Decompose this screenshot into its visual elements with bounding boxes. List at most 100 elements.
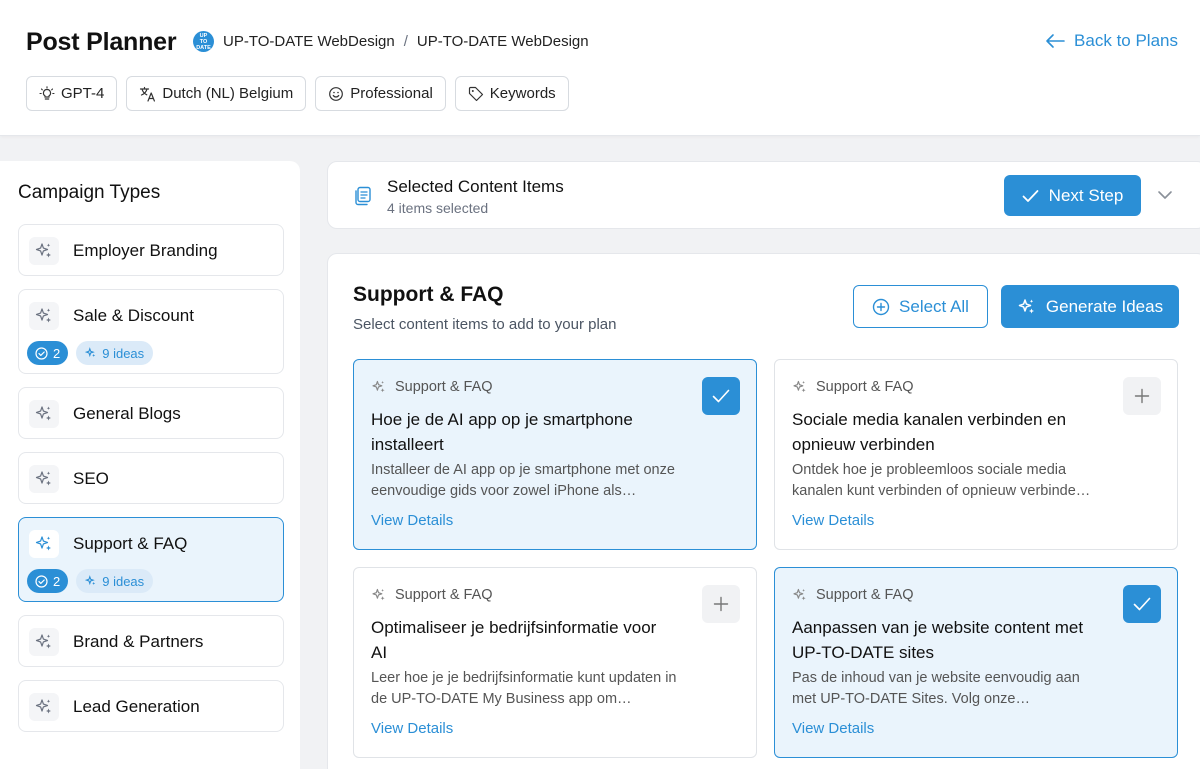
selected-count-badge: 2 [27, 341, 69, 365]
card-title: Optimaliseer je bedrijfsinformatie voor … [371, 618, 657, 662]
ideas-badge: 9 ideas [76, 341, 154, 365]
view-details-link[interactable]: View Details [371, 720, 453, 737]
language-chip[interactable]: Dutch (NL) Belgium [126, 76, 307, 111]
card-category-label: Support & FAQ [816, 379, 914, 395]
settings-chips: GPT-4 Dutch (NL) Belgium Professional Ke… [26, 76, 578, 111]
sparkle-icon [29, 302, 59, 330]
panel-title: Support & FAQ [353, 283, 504, 306]
card-category: Support & FAQ [792, 587, 914, 603]
sidebar-item-seo[interactable]: SEO [18, 452, 284, 504]
generate-ideas-button[interactable]: Generate Ideas [1001, 285, 1179, 328]
page-title: Post Planner [26, 28, 177, 56]
chip-label: Keywords [489, 85, 556, 102]
content-card[interactable]: Support & FAQ Hoe je de AI app op je sma… [353, 359, 757, 550]
plus-icon [713, 596, 729, 612]
sparkle-icon [29, 237, 59, 265]
card-select-checkbox[interactable] [1123, 585, 1161, 623]
sidebar-item-label: Brand & Partners [73, 632, 204, 651]
content-card[interactable]: Support & FAQ Aanpassen van je website c… [774, 567, 1178, 758]
select-all-button[interactable]: Select All [853, 285, 988, 328]
select-all-label: Select All [899, 296, 969, 316]
next-step-button[interactable]: Next Step [1004, 175, 1141, 216]
sparkle-icon [793, 588, 806, 601]
card-description: Pas de inhoud van je website eenvoudig a… [792, 670, 1080, 707]
sidebar-item-label: General Blogs [73, 404, 181, 423]
plus-circle-icon [872, 298, 890, 315]
content-card[interactable]: Support & FAQ Optimaliseer je bedrijfsin… [353, 567, 757, 758]
content-card[interactable]: Support & FAQ Sociale media kanalen verb… [774, 359, 1178, 550]
back-label: Back to Plans [1074, 31, 1178, 50]
sidebar-item-label: Support & FAQ [73, 534, 188, 553]
campaign-sidebar: Campaign Types Employer Branding Sale & … [0, 161, 300, 769]
card-category: Support & FAQ [792, 379, 914, 395]
sidebar-item-label: SEO [73, 469, 109, 488]
card-select-checkbox[interactable] [702, 377, 740, 415]
campaign-badges: 2 9 ideas [27, 569, 154, 593]
sparkle-icon [793, 380, 806, 393]
selected-count: 2 [53, 573, 61, 589]
card-title: Hoe je de AI app op je smartphone instal… [371, 410, 633, 454]
tag-icon [468, 86, 483, 101]
panel-subtitle: Select content items to add to your plan [353, 316, 617, 333]
card-add-button[interactable] [1123, 377, 1161, 415]
check-icon [712, 389, 730, 403]
app-header: Post Planner UP TO DATE UP-TO-DATE WebDesi… [0, 0, 1200, 136]
view-details-link[interactable]: View Details [792, 720, 874, 737]
card-title: Sociale media kanalen verbinden en opnie… [792, 410, 1067, 454]
card-category-label: Support & FAQ [816, 587, 914, 603]
sparkle-icon [29, 693, 59, 721]
content-panel: Support & FAQ Select content items to ad… [327, 253, 1200, 769]
selected-count-badge: 2 [27, 569, 69, 593]
arrow-left-icon [1046, 34, 1065, 48]
chip-label: GPT-4 [61, 85, 105, 102]
sidebar-item-label: Employer Branding [73, 241, 218, 260]
ideas-count: 9 ideas [102, 345, 145, 361]
ideas-badge: 9 ideas [76, 569, 154, 593]
sidebar-item-label: Lead Generation [73, 697, 200, 716]
view-details-link[interactable]: View Details [792, 512, 874, 529]
selected-content-bar: Selected Content Items 4 items selected … [327, 161, 1200, 229]
sidebar-item-sale-discount[interactable]: Sale & Discount 2 9 ideas [18, 289, 284, 374]
keywords-chip[interactable]: Keywords [454, 76, 569, 111]
check-icon [1133, 597, 1151, 611]
breadcrumb-org[interactable]: UP-TO-DATE WebDesign [223, 33, 395, 50]
sparkle-icon [372, 380, 385, 393]
sparkle-icon [29, 465, 59, 493]
breadcrumb-separator: / [403, 33, 408, 50]
card-add-button[interactable] [702, 585, 740, 623]
next-step-label: Next Step [1048, 185, 1124, 205]
sparkle-icon [85, 347, 96, 358]
card-category: Support & FAQ [371, 587, 493, 603]
check-circle-icon [35, 574, 48, 588]
chip-label: Dutch (NL) Belgium [162, 85, 294, 102]
sidebar-item-support-faq[interactable]: Support & FAQ 2 9 ideas [18, 517, 284, 602]
card-category-label: Support & FAQ [395, 379, 493, 395]
sparkle-icon [85, 575, 96, 586]
sidebar-title: Campaign Types [18, 182, 161, 203]
card-description: Leer hoe je je bedrijfsinformatie kunt u… [371, 670, 677, 707]
sparkle-icon [372, 588, 385, 601]
back-to-plans-link[interactable]: Back to Plans [1045, 31, 1178, 51]
breadcrumb-sub[interactable]: UP-TO-DATE WebDesign [417, 33, 589, 50]
translate-icon [140, 86, 156, 102]
sparkle-icon [29, 530, 59, 558]
card-description: Installeer de AI app op je smartphone me… [371, 462, 675, 499]
sidebar-item-general-blogs[interactable]: General Blogs [18, 387, 284, 439]
sidebar-item-employer-branding[interactable]: Employer Branding [18, 224, 284, 276]
sparkle-icon [29, 400, 59, 428]
smiley-icon [329, 86, 344, 101]
campaign-badges: 2 9 ideas [27, 341, 154, 365]
sidebar-item-label: Sale & Discount [73, 306, 194, 325]
model-chip[interactable]: GPT-4 [26, 76, 118, 111]
chevron-down-icon[interactable] [1157, 187, 1173, 203]
sparkle-icon [1018, 298, 1034, 313]
check-circle-icon [35, 346, 48, 360]
selected-title: Selected Content Items [387, 177, 564, 196]
sidebar-item-brand-partners[interactable]: Brand & Partners [18, 615, 284, 667]
chip-label: Professional [350, 85, 433, 102]
view-details-link[interactable]: View Details [371, 512, 453, 529]
sidebar-item-lead-generation[interactable]: Lead Generation [18, 680, 284, 732]
check-icon [1022, 189, 1039, 202]
tone-chip[interactable]: Professional [315, 76, 446, 111]
lightbulb-icon [39, 85, 55, 100]
